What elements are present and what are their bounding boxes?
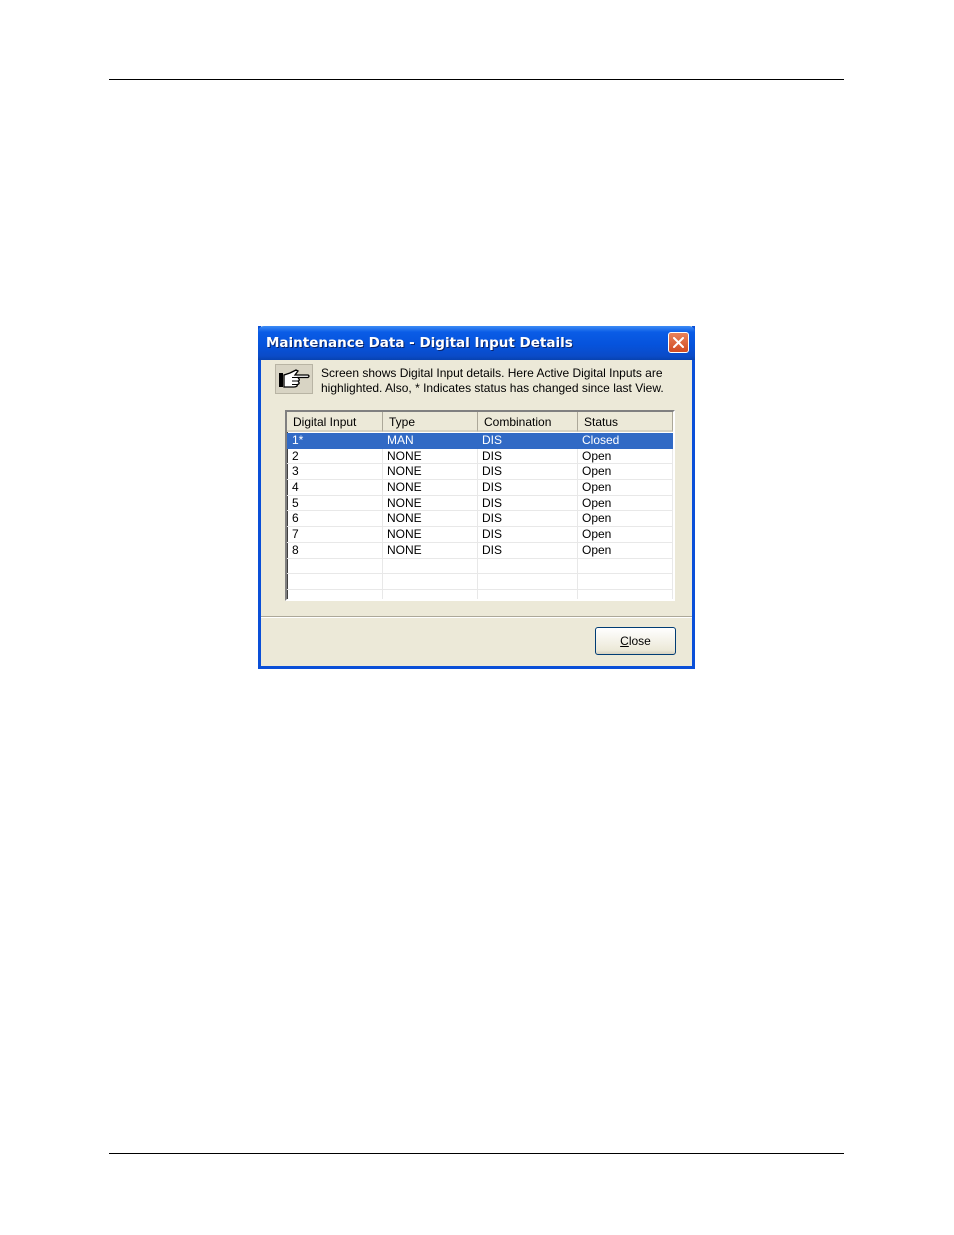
table-cell (478, 558, 578, 574)
table-cell: DIS (478, 511, 578, 527)
table-cell: 3 (287, 464, 383, 480)
table-cell: 7 (287, 527, 383, 542)
list-rows: 1* MAN DIS Closed 2 NONE DIS Open 3 NONE DIS Open 4 N… (287, 433, 673, 599)
empty-table-row (287, 558, 673, 575)
table-cell (578, 589, 673, 599)
table-cell (287, 589, 383, 599)
table-cell (287, 574, 383, 589)
table-cell (287, 558, 383, 574)
table-cell: NONE (383, 527, 478, 542)
table-cell: 6 (287, 511, 383, 527)
table-cell (383, 589, 478, 599)
table-cell: Open (578, 542, 673, 558)
table-row[interactable]: 1* MAN DIS Closed (287, 433, 673, 449)
table-cell: 2 (287, 448, 383, 464)
table-cell (578, 558, 673, 574)
close-button-label: Close (620, 634, 651, 648)
list-header: Digital Input Type Combination Status (287, 412, 673, 432)
close-button[interactable]: Close (595, 627, 676, 655)
column-header[interactable]: Combination (478, 412, 578, 432)
table-cell: NONE (383, 511, 478, 527)
table-cell: Open (578, 448, 673, 464)
table-cell (578, 574, 673, 589)
table-cell: Open (578, 464, 673, 480)
table-cell: NONE (383, 542, 478, 558)
table-cell: 8 (287, 542, 383, 558)
dialog-titlebar[interactable]: Maintenance Data - Digital Input Details (258, 326, 695, 360)
table-row[interactable]: 2 NONE DIS Open (287, 448, 673, 465)
table-row[interactable]: 4 NONE DIS Open (287, 480, 673, 496)
table-cell: NONE (383, 480, 478, 495)
table-row[interactable]: 5 NONE DIS Open (287, 495, 673, 512)
table-row[interactable]: 3 NONE DIS Open (287, 464, 673, 481)
table-cell: DIS (478, 480, 578, 495)
table-cell: DIS (478, 527, 578, 542)
table-cell: DIS (478, 433, 578, 448)
table-cell: NONE (383, 495, 478, 511)
table-cell (478, 574, 578, 589)
dialog-title: Maintenance Data - Digital Input Details (266, 335, 573, 351)
digital-input-list[interactable]: Digital Input Type Combination Status 1* MAN… (285, 410, 675, 601)
page-header-rule (109, 79, 844, 80)
column-header[interactable]: Type (383, 412, 478, 432)
dialog-separator (261, 616, 692, 618)
table-cell: DIS (478, 542, 578, 558)
table-cell: MAN (383, 433, 478, 448)
close-icon[interactable] (668, 332, 689, 353)
pointing-hand-icon (275, 364, 313, 394)
table-cell: DIS (478, 495, 578, 511)
table-cell: 1* (287, 433, 383, 448)
info-message: Screen shows Digital Input details. Here… (321, 366, 664, 395)
digital-input-details-dialog: Maintenance Data - Digital Input Details… (258, 326, 695, 669)
table-cell: Open (578, 480, 673, 495)
column-header[interactable]: Digital Input (287, 412, 383, 432)
table-cell: NONE (383, 464, 478, 480)
table-cell: Closed (578, 433, 673, 448)
table-cell: 4 (287, 480, 383, 495)
table-cell: NONE (383, 448, 478, 464)
table-row[interactable]: 8 NONE DIS Open (287, 542, 673, 559)
table-cell: 5 (287, 495, 383, 511)
table-cell: DIS (478, 448, 578, 464)
table-cell: Open (578, 495, 673, 511)
table-cell: Open (578, 511, 673, 527)
table-cell: DIS (478, 464, 578, 480)
column-header[interactable]: Status (578, 412, 673, 432)
page-footer-rule (109, 1153, 844, 1154)
table-row[interactable]: 7 NONE DIS Open (287, 527, 673, 543)
table-row[interactable]: 6 NONE DIS Open (287, 511, 673, 528)
table-cell (478, 589, 578, 599)
table-cell: Open (578, 527, 673, 542)
empty-table-row (287, 589, 673, 599)
table-cell (383, 574, 478, 589)
empty-table-row (287, 574, 673, 590)
table-cell (383, 558, 478, 574)
